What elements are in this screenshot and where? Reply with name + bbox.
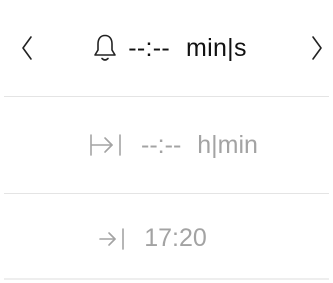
alarm-value: --:-- xyxy=(128,33,170,62)
duration-value: --:-- xyxy=(141,130,182,159)
timer-settings-panel: --:-- min|s --:-- h|min 17:20 xyxy=(0,0,333,283)
alarm-row[interactable]: --:-- min|s xyxy=(0,0,333,96)
duration-row[interactable]: --:-- h|min xyxy=(0,97,333,193)
bell-icon xyxy=(94,34,117,61)
duration-unit: h|min xyxy=(197,130,258,159)
arrow-to-bar-icon xyxy=(99,227,125,250)
duration-display: --:-- h|min xyxy=(89,130,258,160)
end-time-display: 17:20 xyxy=(98,224,207,254)
chevron-right-icon xyxy=(312,36,322,60)
alarm-unit: min|s xyxy=(185,33,247,62)
alarm-display: --:-- min|s xyxy=(92,33,247,63)
bar-arrow-bar-icon xyxy=(90,134,121,156)
bottom-edge xyxy=(4,278,329,280)
end-time-value: 17:20 xyxy=(144,224,207,252)
end-time-row[interactable]: 17:20 xyxy=(0,194,333,283)
next-button[interactable] xyxy=(302,29,332,67)
